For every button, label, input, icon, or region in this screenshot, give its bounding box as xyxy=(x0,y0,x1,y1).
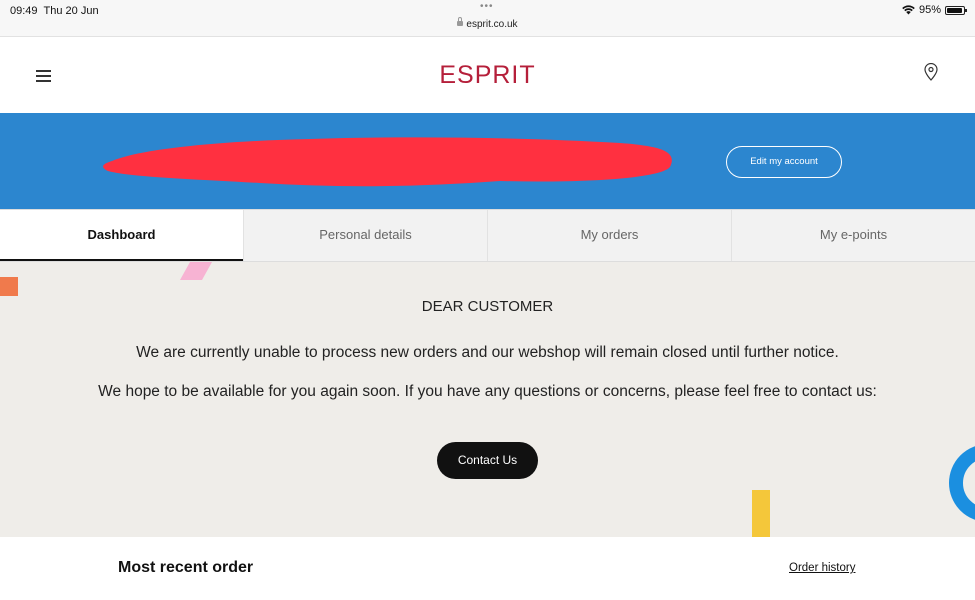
lock-icon xyxy=(457,17,464,26)
tab-my-e-points[interactable]: My e-points xyxy=(731,210,975,261)
tab-overview-dots-icon[interactable]: ••• xyxy=(480,1,494,12)
ios-status-bar: 09:49 Thu 20 Jun ••• esprit.co.uk 95% xyxy=(0,0,975,37)
status-time: 09:49 xyxy=(10,5,38,17)
address-bar[interactable]: esprit.co.uk xyxy=(0,17,975,30)
order-history-link[interactable]: Order history xyxy=(789,562,855,574)
map-pin-icon[interactable] xyxy=(924,63,938,81)
recent-order-title: Most recent order xyxy=(118,559,254,576)
closure-notice: DEAR CUSTOMER We are currently unable to… xyxy=(0,262,975,537)
decorative-orange-square xyxy=(0,277,18,296)
decorative-yellow-bar xyxy=(752,490,770,537)
tab-personal-details[interactable]: Personal details xyxy=(243,210,487,261)
redaction-scribble xyxy=(103,137,672,187)
decorative-blue-ring xyxy=(949,446,975,520)
notice-line-1: We are currently unable to process new o… xyxy=(136,344,839,361)
esprit-logo[interactable]: ESPRIT xyxy=(0,61,975,90)
account-banner: Edit my account xyxy=(0,113,975,209)
status-date: Thu 20 Jun xyxy=(43,5,99,17)
battery-percent: 95% xyxy=(918,4,941,16)
edit-account-button[interactable]: Edit my account xyxy=(726,146,842,178)
contact-us-button[interactable]: Contact Us xyxy=(437,442,538,479)
notice-title: DEAR CUSTOMER xyxy=(421,298,554,315)
url-text: esprit.co.uk xyxy=(466,19,518,30)
status-time-date: 09:49 Thu 20 Jun xyxy=(10,5,99,17)
tab-my-orders[interactable]: My orders xyxy=(487,210,731,261)
account-tabs: Dashboard Personal details My orders My … xyxy=(0,209,975,262)
recent-order-section: Most recent order Order history xyxy=(0,537,975,600)
decorative-pink-shape xyxy=(180,262,212,280)
status-right: 95% xyxy=(902,4,967,16)
tab-dashboard[interactable]: Dashboard xyxy=(0,210,243,261)
battery-icon xyxy=(945,5,967,15)
site-header: ESPRIT xyxy=(0,37,975,113)
notice-line-2: We hope to be available for you again so… xyxy=(98,383,877,400)
wifi-icon xyxy=(902,5,915,15)
